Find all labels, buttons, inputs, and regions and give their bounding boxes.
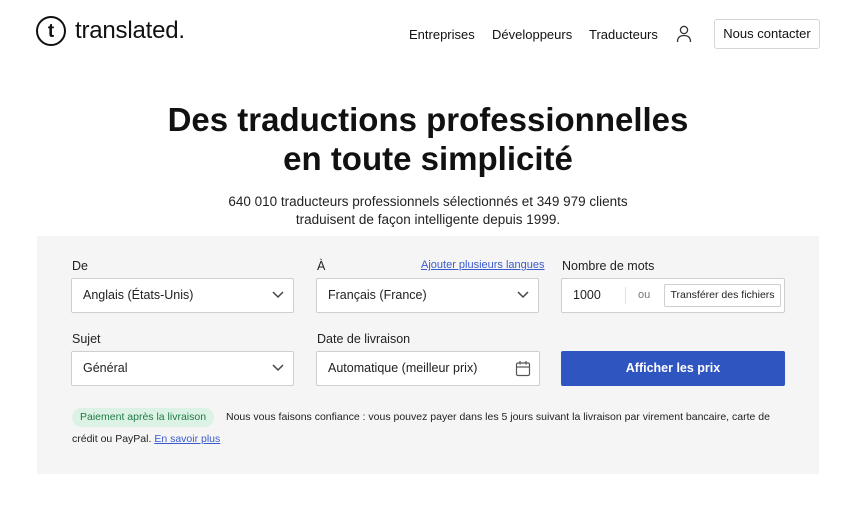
calendar-icon: [515, 361, 531, 377]
delivery-date-select[interactable]: Automatique (meilleur prix): [316, 351, 540, 386]
chevron-down-icon: [272, 364, 284, 372]
to-label: À: [317, 259, 326, 273]
target-language-select[interactable]: Français (France): [316, 278, 539, 313]
contact-button[interactable]: Nous contacter: [714, 19, 820, 49]
nav-developpeurs[interactable]: Développeurs: [492, 27, 572, 42]
page-subtitle: 640 010 traducteurs professionnels sélec…: [0, 193, 850, 229]
from-label: De: [72, 259, 88, 273]
delivery-label: Date de livraison: [317, 332, 411, 346]
show-prices-button[interactable]: Afficher les prix: [561, 351, 785, 386]
user-icon[interactable]: [676, 25, 692, 43]
chevron-down-icon: [517, 291, 529, 299]
logo-text: translated.: [75, 17, 185, 44]
word-count-divider: [625, 287, 626, 304]
page-title: Des traductions professionnelles en tout…: [0, 100, 850, 178]
word-count-input[interactable]: 1000: [573, 279, 601, 312]
subject-select[interactable]: Général: [71, 351, 294, 386]
subtitle-line-1: 640 010 traducteurs professionnels sélec…: [228, 194, 628, 209]
nav-entreprises[interactable]: Entreprises: [409, 27, 475, 42]
word-count-label: Nombre de mots: [562, 259, 655, 273]
source-language-select[interactable]: Anglais (États-Unis): [71, 278, 294, 313]
logo-mark-icon: t: [36, 16, 66, 46]
or-text: ou: [638, 289, 651, 301]
title-line-1: Des traductions professionnelles: [167, 101, 689, 138]
subject-value: Général: [83, 361, 128, 375]
target-language-value: Français (France): [328, 288, 427, 302]
subtitle-line-2: traduisent de façon intelligente depuis …: [295, 212, 561, 227]
upload-files-button[interactable]: Transférer des fichiers: [664, 284, 781, 307]
title-line-2: en toute simplicité: [283, 140, 573, 177]
delivery-date-value: Automatique (meilleur prix): [328, 361, 478, 375]
source-language-value: Anglais (États-Unis): [83, 288, 194, 302]
add-languages-link[interactable]: Ajouter plusieurs langues: [421, 259, 545, 271]
subject-label: Sujet: [72, 332, 101, 346]
nav-traducteurs[interactable]: Traducteurs: [589, 27, 658, 42]
brand-logo[interactable]: t translated.: [36, 16, 185, 46]
word-count-field: 1000 ou Transférer des fichiers: [561, 278, 785, 313]
top-header: t translated. Entreprises Développeurs T…: [0, 0, 850, 68]
quote-form: De Anglais (États-Unis) À Ajouter plusie…: [37, 236, 819, 474]
payment-badge: Paiement après la livraison: [72, 408, 215, 427]
chevron-down-icon: [272, 291, 284, 299]
learn-more-link[interactable]: En savoir plus: [154, 433, 220, 445]
